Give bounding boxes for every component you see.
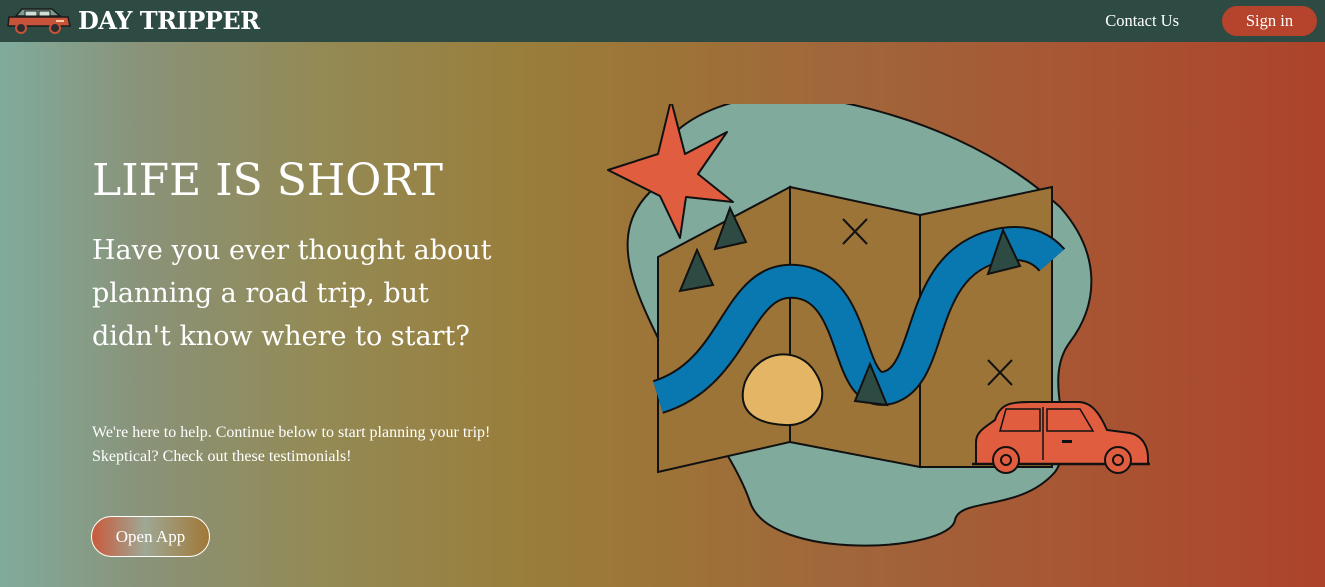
navbar: DAY TRIPPER Contact Us Sign in [0,0,1325,42]
brand-name: DAY TRIPPER [78,6,260,35]
brand[interactable]: DAY TRIPPER [0,0,260,42]
hero-section: LIFE IS SHORT Have you ever thought abou… [0,42,1325,587]
nav-right: Contact Us Sign in [1105,0,1325,42]
contact-us-link[interactable]: Contact Us [1105,11,1179,31]
hero-description: We're here to help. Continue below to st… [92,424,491,465]
hero-subtitle: Have you ever thought about planning a r… [92,235,492,352]
open-app-button[interactable]: Open App [91,516,210,557]
car-logo-icon [7,8,71,34]
sign-in-button[interactable]: Sign in [1222,6,1317,36]
map-with-car-illustration [607,104,1150,547]
hero-title: LIFE IS SHORT [92,155,444,206]
car-icon [972,401,1150,474]
